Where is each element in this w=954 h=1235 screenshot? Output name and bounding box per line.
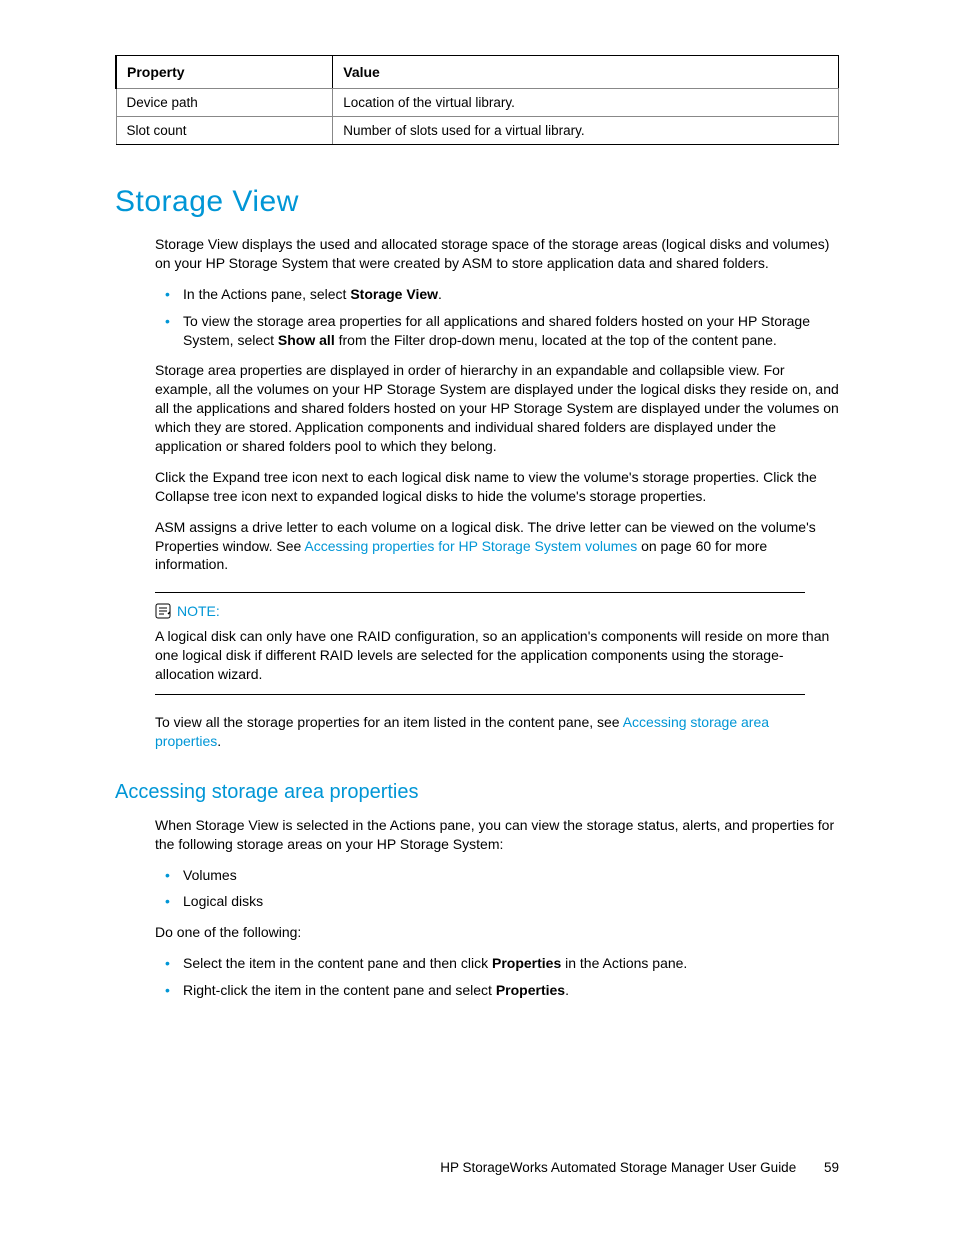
drive-letter-paragraph: ASM assigns a drive letter to each volum…	[155, 518, 839, 575]
view-all-paragraph: To view all the storage properties for a…	[155, 713, 839, 751]
note-box: NOTE: A logical disk can only have one R…	[115, 592, 839, 695]
note-body: A logical disk can only have one RAID co…	[155, 627, 839, 684]
footer-title: HP StorageWorks Automated Storage Manage…	[440, 1160, 796, 1175]
note-rule-bottom	[155, 694, 805, 695]
hierarchy-paragraph: Storage area properties are displayed in…	[155, 361, 839, 455]
note-icon	[155, 603, 171, 619]
heading-storage-view: Storage View	[115, 185, 839, 219]
do-one-paragraph: Do one of the following:	[155, 923, 839, 942]
page-number: 59	[824, 1160, 839, 1175]
table-row: Slot count Number of slots used for a vi…	[116, 117, 839, 145]
sec2-intro: When Storage View is selected in the Act…	[155, 816, 839, 854]
heading-accessing-storage-area: Accessing storage area properties	[115, 781, 839, 804]
property-table: Property Value Device path Location of t…	[115, 55, 839, 145]
list-item: Logical disks	[177, 892, 839, 911]
intro-paragraph: Storage View displays the used and alloc…	[155, 235, 839, 273]
link-accessing-properties-volumes[interactable]: Accessing properties for HP Storage Syst…	[304, 538, 637, 554]
note-rule-top	[155, 592, 805, 593]
page-footer: HP StorageWorks Automated Storage Manage…	[440, 1160, 839, 1175]
table-row: Device path Location of the virtual libr…	[116, 89, 839, 117]
list-item: Select the item in the content pane and …	[177, 954, 839, 973]
table-header-value: Value	[333, 56, 839, 89]
table-cell: Slot count	[116, 117, 333, 145]
do-list: Select the item in the content pane and …	[155, 954, 839, 1000]
table-cell: Location of the virtual library.	[333, 89, 839, 117]
table-header-property: Property	[116, 56, 333, 89]
storage-areas-list: Volumes Logical disks	[155, 866, 839, 912]
list-item: To view the storage area properties for …	[177, 312, 839, 350]
list-item: Volumes	[177, 866, 839, 885]
note-header: NOTE:	[155, 603, 839, 619]
list-item: Right-click the item in the content pane…	[177, 981, 839, 1000]
list-item: In the Actions pane, select Storage View…	[177, 285, 839, 304]
expand-collapse-paragraph: Click the Expand tree icon next to each …	[155, 468, 839, 506]
table-cell: Device path	[116, 89, 333, 117]
actions-list: In the Actions pane, select Storage View…	[155, 285, 839, 350]
table-cell: Number of slots used for a virtual libra…	[333, 117, 839, 145]
